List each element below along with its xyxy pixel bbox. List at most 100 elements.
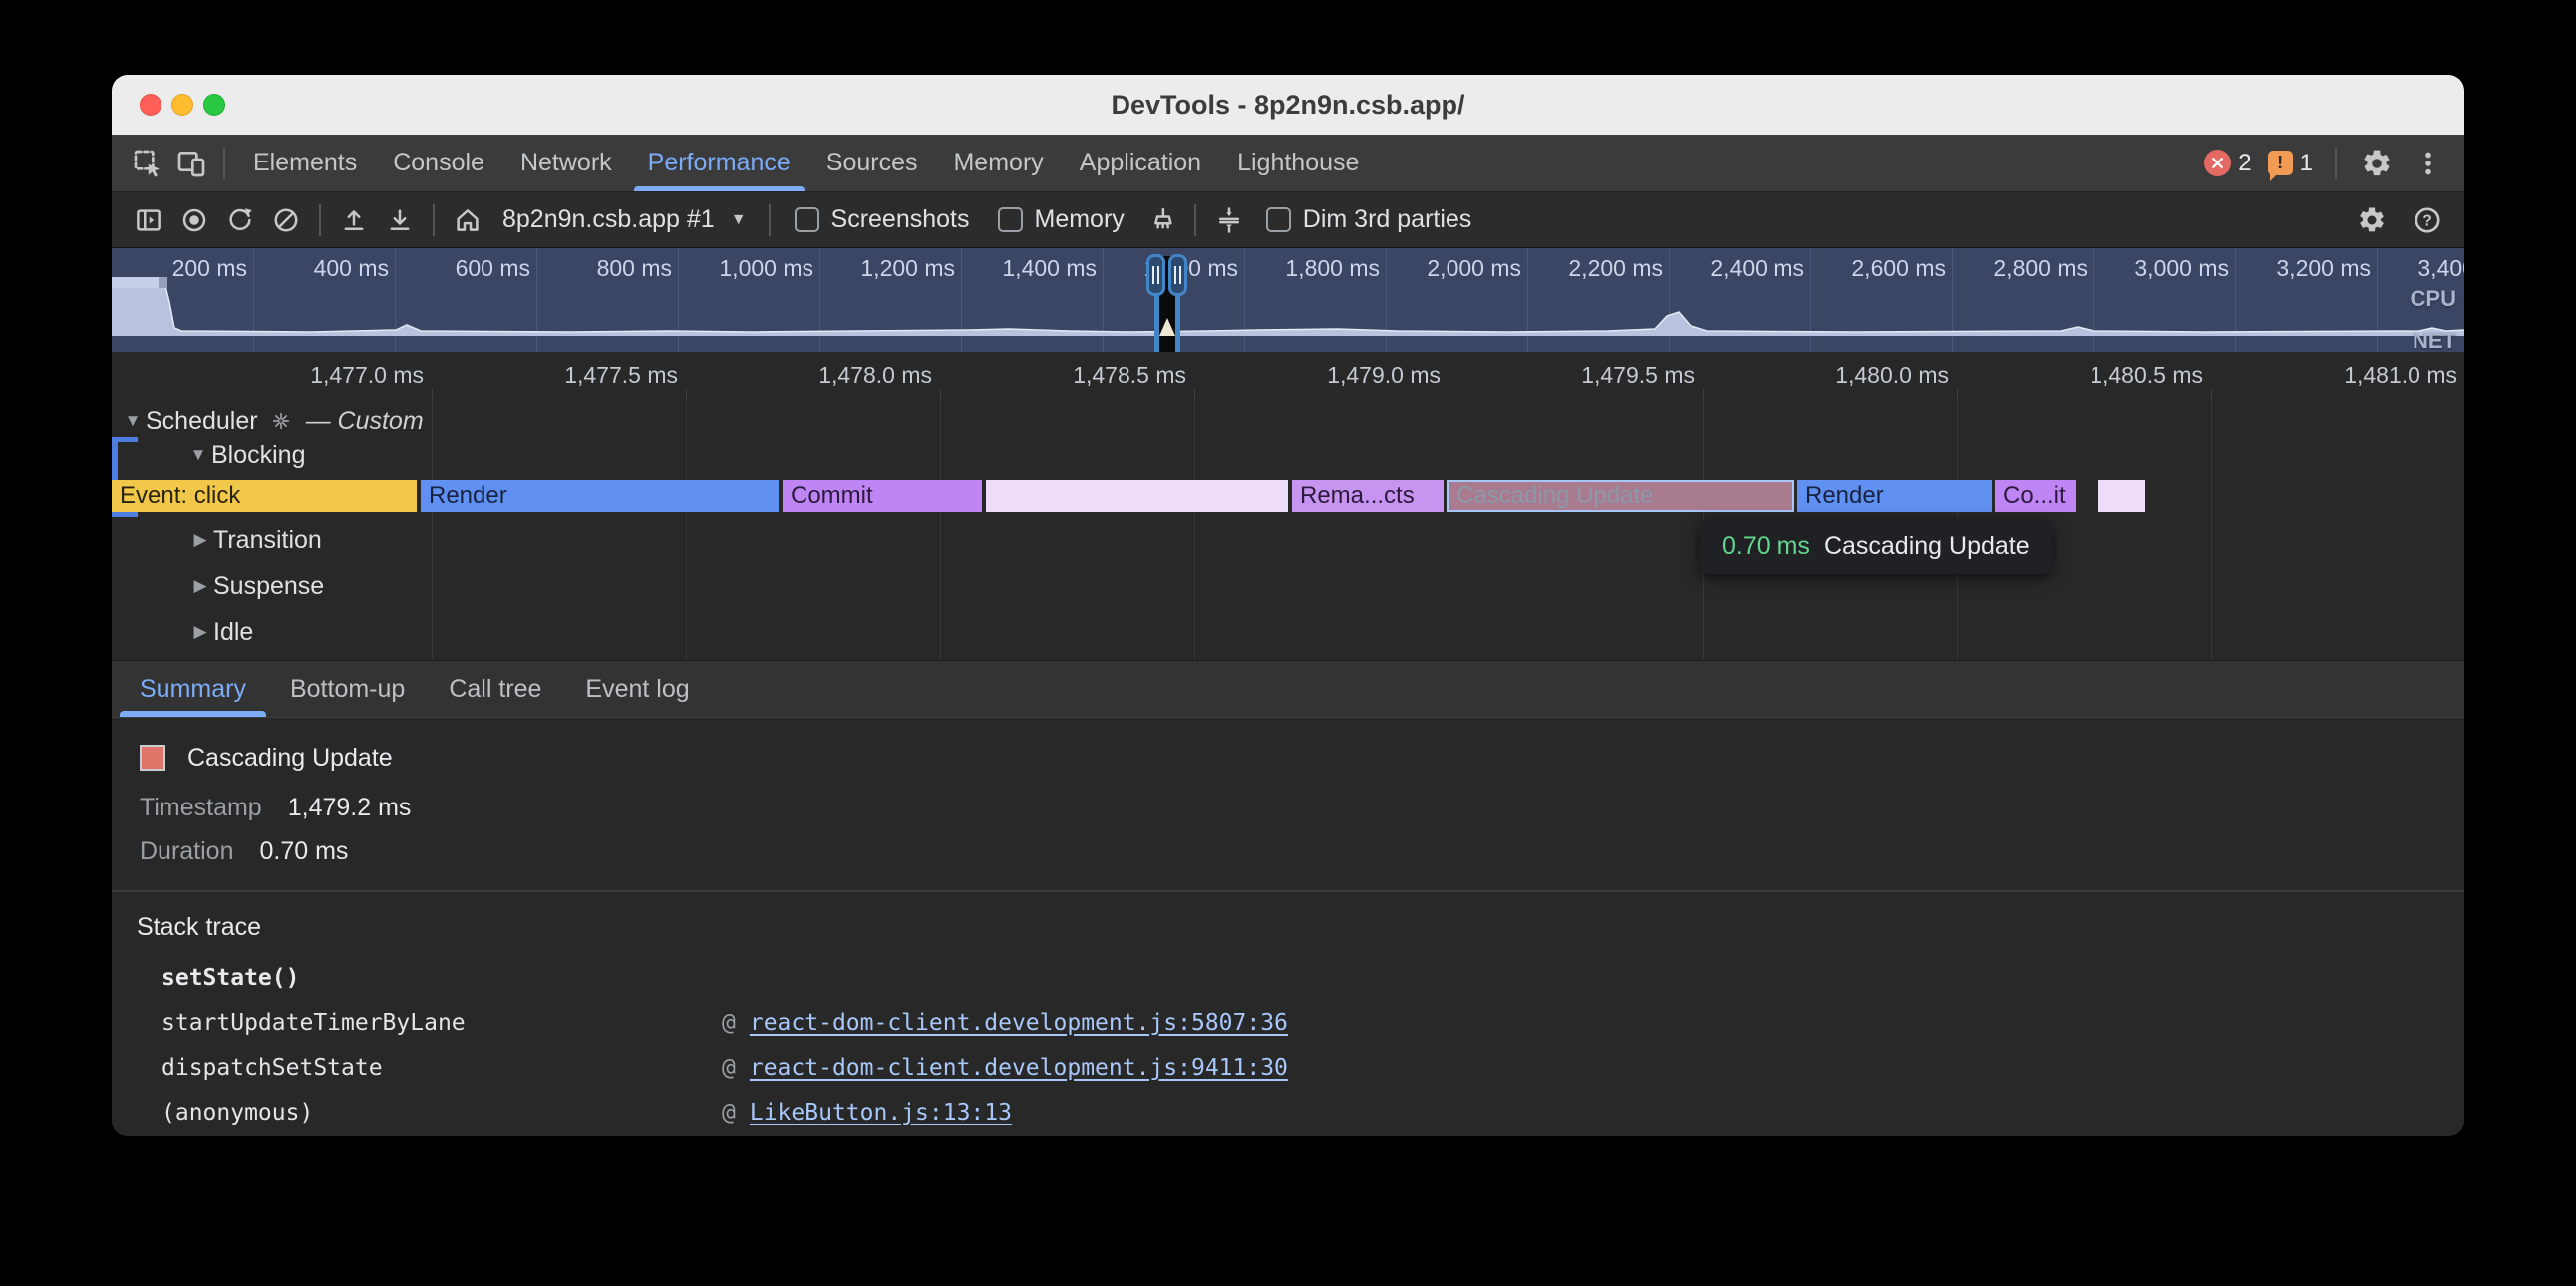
track-idle-label: Idle [213, 618, 253, 647]
dim-3rd-parties-checkbox[interactable]: Dim 3rd parties [1266, 205, 1472, 234]
track-transition-label: Transition [213, 526, 322, 555]
collapse-arrow-icon[interactable]: ▼ [185, 445, 211, 465]
stack-trace-title: Stack trace [137, 912, 2464, 942]
stack-frame-function: (anonymous) [161, 1091, 722, 1135]
more-options-icon[interactable] [2407, 142, 2450, 185]
ruler-tick-mark [940, 389, 941, 399]
track-suspense[interactable]: ▶ Suspense [112, 570, 2464, 602]
ruler-tick-label: 1,479.0 ms [1241, 352, 1441, 399]
custom-track-icon [270, 410, 292, 432]
details-tab-summary[interactable]: Summary [118, 661, 268, 717]
tab-elements[interactable]: Elements [235, 135, 375, 191]
svg-text:?: ? [2422, 212, 2431, 229]
tooltip-duration: 0.70 ms [1722, 532, 1810, 561]
tab-sources[interactable]: Sources [808, 135, 936, 191]
help-icon[interactable]: ? [2405, 197, 2450, 243]
cpu-track-label: CPU [2411, 286, 2456, 312]
stack-frame-source-link[interactable]: react-dom-client.development.js:9411:30 [750, 1055, 1288, 1081]
stack-frame-at: @ [722, 1010, 736, 1036]
summary-event-name: Cascading Update [187, 744, 393, 773]
timeline-overview[interactable]: 200 ms400 ms600 ms800 ms1,000 ms1,200 ms… [112, 248, 2464, 354]
timeline-event-commit[interactable]: Commit [783, 480, 982, 512]
main-tabs: ElementsConsoleNetworkPerformanceSources… [235, 135, 1377, 191]
clear-icon[interactable] [263, 197, 309, 243]
timeline-event-cascading-update[interactable]: Cascading Update [1447, 480, 1794, 512]
history-select[interactable]: 8p2n9n.csb.app #1 ▼ [502, 205, 747, 234]
track-transition[interactable]: ▶ Transition [112, 524, 2464, 556]
selection-left-handle[interactable] [1146, 254, 1165, 296]
collapse-arrow-icon[interactable]: ▼ [120, 411, 146, 431]
screenshots-checkbox[interactable]: Screenshots [795, 205, 970, 234]
event-color-swatch [140, 745, 165, 771]
inspect-element-icon[interactable] [126, 142, 169, 185]
stack-frame-function: setState() [161, 956, 722, 1001]
expand-arrow-icon[interactable]: ▶ [187, 576, 213, 596]
tab-console[interactable]: Console [375, 135, 502, 191]
timeline-event-render[interactable]: Render [421, 480, 779, 512]
timeline-event-rema-cts[interactable]: Rema...cts [1292, 480, 1444, 512]
home-icon[interactable] [445, 197, 490, 243]
track-blocking-label: Blocking [211, 441, 306, 470]
ruler-tick-label: 1,478.0 ms [733, 352, 932, 399]
tooltip-label: Cascading Update [1824, 532, 2030, 561]
track-scheduler-subtitle: — Custom [306, 407, 424, 436]
details-tab-bottom-up[interactable]: Bottom-up [268, 661, 427, 717]
performance-toolbar: 8p2n9n.csb.app #1 ▼ Screenshots Memory D… [112, 192, 2464, 248]
summary-pane: Cascading Update Timestamp 1,479.2 ms Du… [112, 718, 2464, 890]
divider [1194, 204, 1196, 236]
issues-count: 1 [2300, 150, 2313, 177]
stack-frame: dispatchSetState@react-dom-client.develo… [137, 1046, 2464, 1091]
timestamp-value: 1,479.2 ms [288, 794, 412, 822]
track-blocking[interactable]: ▼ Blocking [112, 439, 2464, 471]
timeline-event-anonymous[interactable] [2098, 480, 2145, 512]
net-track-label: NET [2413, 328, 2456, 354]
download-profile-icon[interactable] [377, 197, 423, 243]
timeline-event-anonymous[interactable] [986, 480, 1288, 512]
window-title: DevTools - 8p2n9n.csb.app/ [112, 75, 2464, 135]
ruler-tick-mark [1703, 389, 1704, 399]
cpu-activity-chart [112, 268, 2464, 336]
error-count: 2 [2238, 150, 2251, 177]
details-tab-event-log[interactable]: Event log [563, 661, 711, 717]
tab-lighthouse[interactable]: Lighthouse [1219, 135, 1377, 191]
timeline-event-render[interactable]: Render [1797, 480, 1992, 512]
tab-network[interactable]: Network [502, 135, 630, 191]
tab-application[interactable]: Application [1062, 135, 1219, 191]
ruler-tick-label: 1,478.5 ms [987, 352, 1186, 399]
issues-badge[interactable]: ! 1 [2264, 150, 2317, 177]
checkbox-box [1266, 207, 1291, 232]
timeline-event-event-click[interactable]: Event: click [112, 480, 417, 512]
tab-performance[interactable]: Performance [630, 135, 808, 191]
stack-frame-function: dispatchSetState [161, 1046, 722, 1091]
expand-arrow-icon[interactable]: ▶ [187, 530, 213, 550]
memory-checkbox[interactable]: Memory [998, 205, 1125, 234]
device-toolbar-icon[interactable] [169, 142, 213, 185]
stack-frame-at: @ [722, 1100, 736, 1125]
reload-record-icon[interactable] [217, 197, 263, 243]
expand-arrow-icon[interactable]: ▶ [187, 622, 213, 642]
upload-profile-icon[interactable] [331, 197, 377, 243]
timeline-ruler: 1,477.0 ms1,477.5 ms1,478.0 ms1,478.5 ms… [112, 352, 2464, 399]
checkbox-box [998, 207, 1023, 232]
selection-right-handle[interactable] [1168, 254, 1187, 296]
stack-frame-source-link[interactable]: LikeButton.js:13:13 [750, 1100, 1012, 1125]
tab-memory[interactable]: Memory [935, 135, 1061, 191]
capture-settings-gear-icon[interactable] [2349, 197, 2395, 243]
ruler-tick-label: 1,477.5 ms [479, 352, 678, 399]
error-badge[interactable]: 2 [2200, 150, 2255, 177]
stack-trace-pane: Stack trace setState()startUpdateTimerBy… [112, 890, 2464, 1136]
settings-gear-icon[interactable] [2355, 142, 2399, 185]
garbage-collect-icon[interactable] [1138, 197, 1184, 243]
track-scheduler[interactable]: ▼ Scheduler — Custom [112, 405, 2464, 437]
issues-icon: ! [2268, 151, 2293, 175]
duration-value: 0.70 ms [260, 837, 349, 866]
stack-frame: setState() [137, 956, 2464, 1001]
timeline-event-co-it[interactable]: Co...it [1995, 480, 2076, 512]
details-tab-call-tree[interactable]: Call tree [427, 661, 563, 717]
divider [223, 148, 225, 179]
stack-frame-source-link[interactable]: react-dom-client.development.js:5807:36 [750, 1010, 1288, 1036]
collapse-tracks-icon[interactable] [1206, 197, 1252, 243]
toggle-sidebar-icon[interactable] [126, 197, 171, 243]
track-idle[interactable]: ▶ Idle [112, 616, 2464, 648]
record-icon[interactable] [171, 197, 217, 243]
